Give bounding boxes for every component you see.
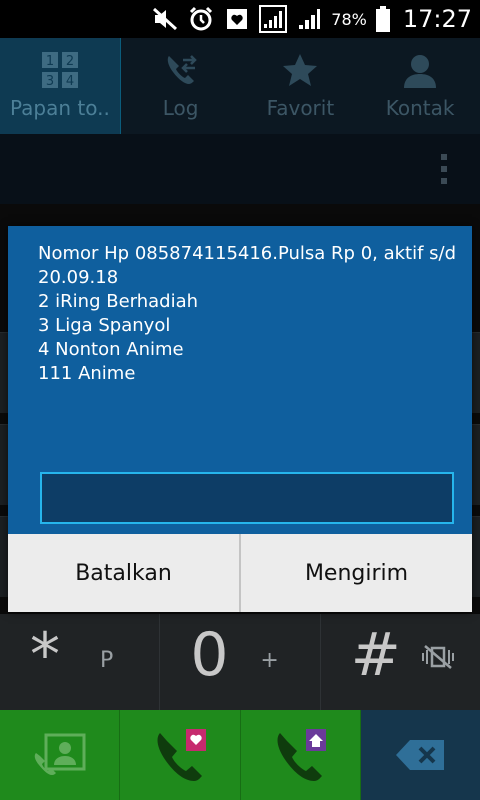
tab-label: Kontak: [385, 96, 455, 120]
key-main: 0: [190, 620, 229, 690]
battery-icon: [375, 5, 391, 33]
ussd-dialog: Nomor Hp 085874115416.Pulsa Rp 0, aktif …: [8, 226, 472, 612]
number-display: [0, 134, 480, 204]
key-sub: +: [260, 648, 279, 673]
svg-text:2: 2: [66, 54, 74, 69]
send-button[interactable]: Mengirim: [239, 534, 472, 612]
contact-icon: [400, 50, 440, 90]
svg-text:4: 4: [66, 74, 74, 89]
tab-contacts[interactable]: Kontak: [360, 38, 480, 134]
call-sim2-button[interactable]: [240, 710, 361, 800]
reply-input[interactable]: [40, 472, 454, 524]
cancel-button[interactable]: Batalkan: [8, 534, 239, 612]
key-hash[interactable]: #: [321, 614, 480, 710]
call-log-icon: [161, 50, 201, 90]
tab-keypad[interactable]: 1 2 3 4 Papan to..: [0, 38, 121, 134]
key-main: *: [30, 620, 60, 690]
svg-text:3: 3: [46, 74, 54, 89]
call-sim1-button[interactable]: [120, 710, 241, 800]
key-sub: P: [100, 648, 114, 673]
star-icon: [280, 50, 320, 90]
video-call-button[interactable]: [0, 710, 121, 800]
keypad-bottom-row: * P 0 + #: [0, 614, 480, 710]
tab-label: Favorit: [266, 96, 335, 120]
dialog-buttons: Batalkan Mengirim: [8, 534, 472, 612]
key-star[interactable]: * P: [0, 614, 161, 710]
backspace-icon: [396, 740, 445, 770]
signal-sim2-icon: [295, 5, 323, 33]
notification-icon: [223, 5, 251, 33]
backspace-button[interactable]: [360, 710, 480, 800]
battery-percentage: 78%: [331, 9, 367, 29]
mute-icon: [151, 5, 179, 33]
key-zero[interactable]: 0 +: [160, 614, 321, 710]
key-main: #: [350, 620, 401, 690]
signal-sim1-icon: [259, 5, 288, 33]
tab-favorites[interactable]: Favorit: [241, 38, 361, 134]
keypad-icon: 1 2 3 4: [40, 50, 80, 90]
status-bar: 78% 17:27: [0, 0, 480, 38]
svg-text:1: 1: [46, 54, 54, 69]
tab-log[interactable]: Log: [121, 38, 241, 134]
video-call-icon: [34, 733, 86, 775]
more-options-icon[interactable]: [440, 154, 448, 190]
phone-sim1-icon: [157, 729, 206, 781]
dialer-tabs: 1 2 3 4 Papan to.. Log Favorit Kontak: [0, 38, 480, 134]
ussd-message: Nomor Hp 085874115416.Pulsa Rp 0, aktif …: [38, 243, 457, 384]
clock: 17:27: [402, 5, 472, 33]
vibrate-off-icon: [421, 644, 455, 676]
call-action-bar: [0, 710, 480, 800]
tab-label: Papan to..: [9, 96, 110, 120]
phone-sim2-icon: [277, 729, 327, 781]
alarm-icon: [187, 5, 215, 33]
tab-label: Log: [162, 96, 199, 120]
